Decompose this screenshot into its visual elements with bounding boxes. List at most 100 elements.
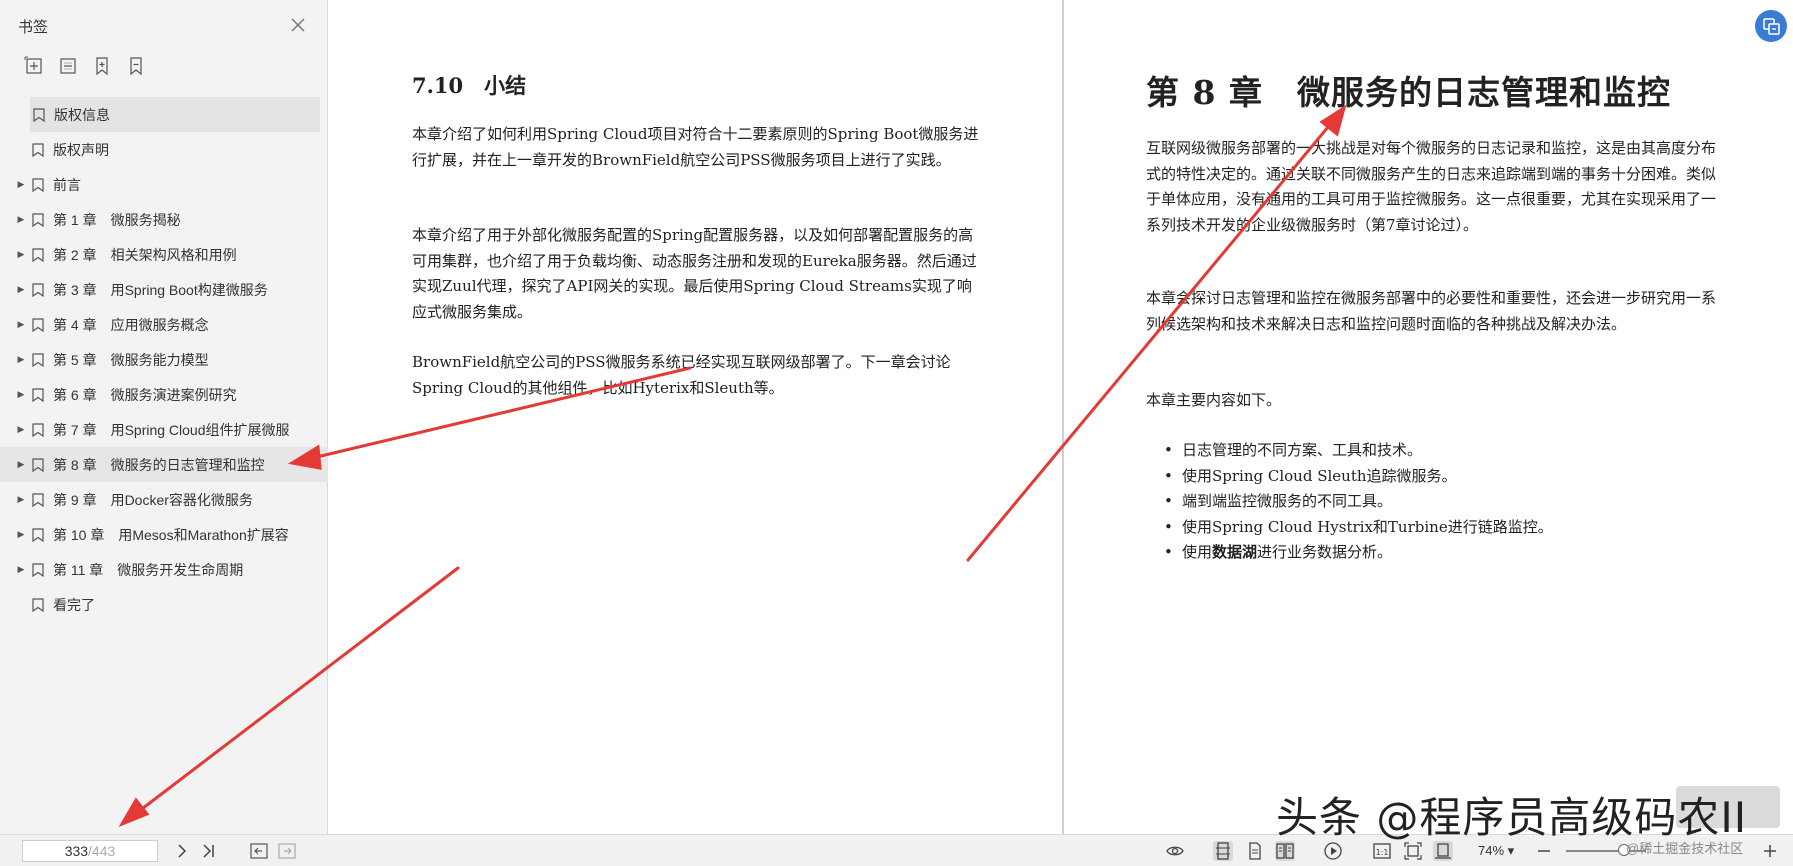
bookmark-tree: ▶版权信息▶版权声明▶前言▶第 1 章 微服务揭秘▶第 2 章 相关架构风格和用… [0, 97, 328, 622]
bookmark-icon [32, 527, 44, 542]
bookmark-icon [32, 387, 44, 402]
expand-caret-icon[interactable]: ▶ [10, 284, 32, 295]
bookmark-item[interactable]: ▶版权信息 [30, 97, 320, 132]
page-number-input[interactable]: 333/443 [22, 840, 158, 862]
current-page: 333 [64, 843, 89, 859]
bookmark-item[interactable]: ▶ 第 5 章 微服务能力模型 [0, 342, 328, 377]
bookmark-icon [32, 457, 44, 472]
bookmark-item[interactable]: ▶ 第 9 章 用Docker容器化微服务 [0, 482, 328, 517]
bookmark-icon [32, 597, 44, 612]
bookmark-item[interactable]: ▶ 第 2 章 相关架构风格和用例 [0, 237, 328, 272]
bookmark-item[interactable]: ▶ 第 1 章 微服务揭秘 [0, 202, 328, 237]
bookmark-item[interactable]: ▶ 第 11 章 微服务开发生命周期 [0, 552, 328, 587]
expand-caret-icon[interactable]: ▶ [10, 249, 32, 260]
bookmark-label: 版权信息 [54, 106, 110, 123]
bookmark-label: 第 3 章 用Spring Boot构建微服务 [53, 281, 268, 298]
paragraph: 本章主要内容如下。 [1146, 391, 1282, 409]
bookmark-label: 看完了 [53, 596, 95, 613]
bookmark-icon [32, 212, 44, 227]
collapse-all-icon[interactable] [58, 56, 78, 76]
bookmark-item[interactable]: ▶ 第 3 章 用Spring Boot构建微服务 [0, 272, 328, 307]
bookmark-label: 第 5 章 微服务能力模型 [53, 351, 209, 368]
expand-caret-icon[interactable]: ▶ [10, 354, 32, 365]
bullet-text: 使用 [1182, 543, 1213, 561]
bullet-item: 日志管理的不同方案、工具和技术。 [1164, 438, 1724, 464]
paragraph: 本章介绍了用于外部化微服务配置的Spring配置服务器，以及如何部署配置服务的高… [412, 226, 977, 321]
bookmark-icon[interactable] [126, 56, 146, 76]
bullet-list: 日志管理的不同方案、工具和技术。使用Spring Cloud Sleuth追踪微… [1164, 438, 1724, 566]
sidebar-toolbar [24, 56, 146, 80]
bullet-text: 日志管理的不同方案、工具和技术。 [1182, 441, 1423, 459]
zoom-in-icon[interactable] [1760, 841, 1780, 861]
expand-caret-icon[interactable]: ▶ [10, 494, 32, 505]
document-page-left: 7.10 小结 本章介绍了如何利用Spring Cloud项目对符合十二要素原则… [330, 0, 1062, 834]
expand-caret-icon[interactable]: ▶ [10, 424, 32, 435]
watermark-subtext: @稀土掘金技术社区 [1626, 841, 1744, 856]
bullet-item: 使用Spring Cloud Sleuth追踪微服务。 [1164, 464, 1724, 490]
bookmark-sidebar: 书签 ▶版权信息▶版权声明▶前言▶第 1 章 微服务揭秘▶第 2 章 相关架构风… [0, 0, 328, 834]
bookmark-icon [32, 492, 44, 507]
paragraph: 本章会探讨日志管理和监控在微服务部署中的必要性和重要性，还会进一步研究用一系列候… [1146, 289, 1717, 333]
expand-caret-icon[interactable]: ▶ [10, 564, 32, 575]
bookmark-item[interactable]: ▶版权声明 [0, 132, 328, 167]
bullet-item: 使用数据湖进行业务数据分析。 [1164, 540, 1724, 566]
bookmark-label: 第 1 章 微服务揭秘 [53, 211, 181, 228]
chapter-title: 第 8 章 微服务的日志管理和监控 [1146, 73, 1671, 112]
bullet-text: 使用Spring Cloud Sleuth追踪微服务。 [1182, 466, 1457, 485]
paragraph: 互联网级微服务部署的一大挑战是对每个微服务的日志记录和监控，这是由其高度分布式的… [1146, 139, 1717, 234]
bullet-bold-text: 数据湖 [1212, 543, 1258, 561]
bookmark-icon [32, 247, 44, 262]
expand-caret-icon[interactable]: ▶ [10, 179, 32, 190]
bookmark-label: 版权声明 [53, 141, 109, 158]
svg-text:1:1: 1:1 [1376, 848, 1389, 857]
translate-icon[interactable] [1755, 10, 1787, 42]
single-page-icon[interactable] [1213, 841, 1233, 861]
bookmark-label: 第 7 章 用Spring Cloud组件扩展微服 [53, 421, 290, 438]
zoom-level[interactable]: 74% ▾ [1478, 843, 1514, 859]
bookmark-label: 第 4 章 应用微服务概念 [53, 316, 209, 333]
bullet-text: 进行业务数据分析。 [1257, 543, 1393, 561]
bookmark-item[interactable]: ▶看完了 [0, 587, 328, 622]
bookmark-label: 第 11 章 微服务开发生命周期 [53, 561, 244, 578]
sidebar-title: 书签 [18, 19, 49, 36]
bookmark-icon [32, 177, 44, 192]
bullet-item: 使用Spring Cloud Hystrix和Turbine进行链路监控。 [1164, 515, 1724, 541]
expand-caret-icon[interactable]: ▶ [10, 319, 32, 330]
bookmark-label: 前言 [53, 176, 81, 193]
next-page-icon[interactable] [172, 841, 192, 861]
add-bookmark-icon[interactable] [92, 56, 112, 76]
expand-all-icon[interactable] [24, 56, 44, 76]
sidebar-header: 书签 [0, 0, 328, 50]
bookmark-label: 第 8 章 微服务的日志管理和监控 [53, 456, 265, 473]
paragraph: 本章介绍了如何利用Spring Cloud项目对符合十二要素原则的Spring … [412, 125, 979, 169]
paragraph: BrownField航空公司的PSS微服务系统已经实现互联网级部署了。下一章会讨… [412, 353, 951, 397]
bookmark-label: 第 6 章 微服务演进案例研究 [53, 386, 237, 403]
last-page-icon[interactable] [199, 841, 219, 861]
bookmark-item[interactable]: ▶ 第 7 章 用Spring Cloud组件扩展微服 [0, 412, 328, 447]
bullet-text: 端到端监控微服务的不同工具。 [1182, 492, 1393, 510]
close-icon[interactable] [288, 15, 308, 35]
bookmark-icon [33, 107, 45, 122]
bookmark-item[interactable]: ▶ 第 10 章 用Mesos和Marathon扩展容 [0, 517, 328, 552]
back-icon[interactable] [249, 841, 269, 861]
bookmark-label: 第 10 章 用Mesos和Marathon扩展容 [53, 526, 289, 543]
eye-icon[interactable] [1165, 841, 1185, 861]
expand-caret-icon[interactable]: ▶ [10, 389, 32, 400]
bookmark-item[interactable]: ▶ 第 6 章 微服务演进案例研究 [0, 377, 328, 412]
expand-caret-icon[interactable]: ▶ [10, 459, 32, 470]
expand-caret-icon[interactable]: ▶ [10, 529, 32, 540]
bullet-text: 使用Spring Cloud Hystrix和Turbine进行链路监控。 [1182, 517, 1553, 536]
watermark-text: 头条 @程序员高级码农II [1276, 793, 1748, 842]
bookmark-icon [32, 317, 44, 332]
bookmark-icon [32, 422, 44, 437]
bookmark-item[interactable]: ▶ 前言 [0, 167, 328, 202]
document-page-right: 第 8 章 微服务的日志管理和监控 互联网级微服务部署的一大挑战是对每个微服务的… [1064, 0, 1793, 834]
expand-caret-icon[interactable]: ▶ [10, 214, 32, 225]
continuous-page-icon[interactable] [1245, 841, 1265, 861]
bullet-item: 端到端监控微服务的不同工具。 [1164, 489, 1724, 515]
bookmark-item[interactable]: ▶ 第 8 章 微服务的日志管理和监控 [0, 447, 328, 482]
bookmark-item[interactable]: ▶ 第 4 章 应用微服务概念 [0, 307, 328, 342]
bookmark-icon [32, 142, 44, 157]
bookmark-icon [32, 352, 44, 367]
forward-icon[interactable] [277, 841, 297, 861]
